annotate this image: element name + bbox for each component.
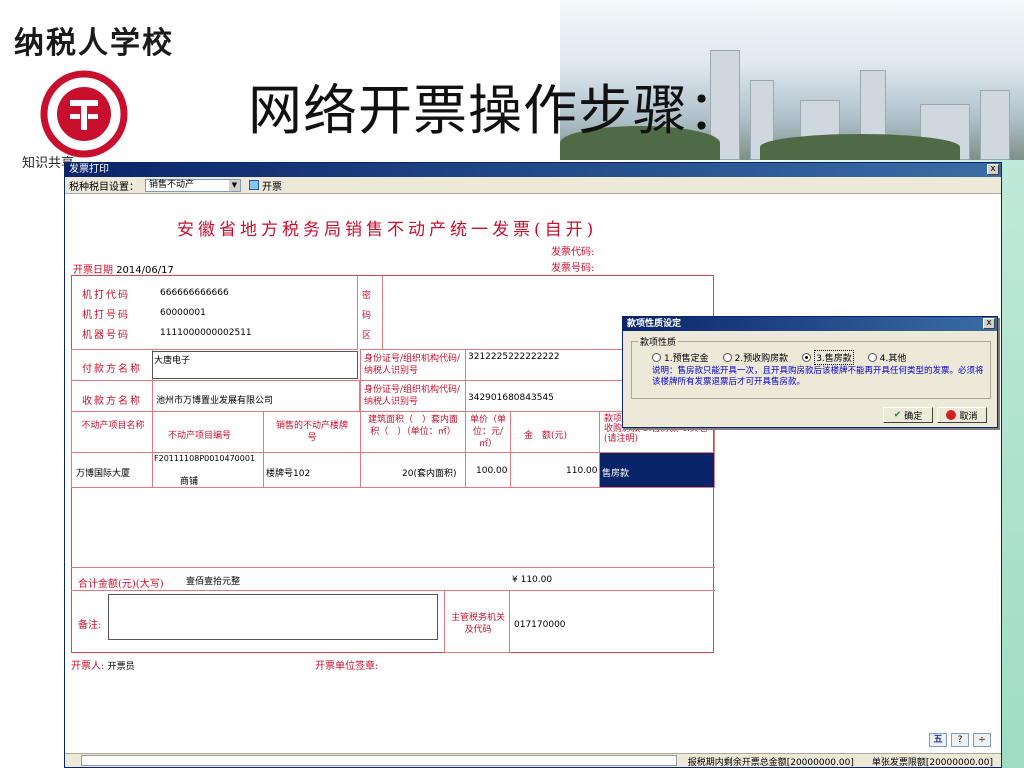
row-nature: 售房款 <box>602 469 630 479</box>
radio-icon[interactable] <box>722 353 732 362</box>
cancel-button[interactable]: 取消 <box>937 407 987 423</box>
issuer: 开票人: 开票员 <box>71 657 135 672</box>
col-unit-price: 单价（单位：元/㎡） <box>469 415 506 449</box>
issuer-label: 开票人: <box>71 661 105 672</box>
col-amount: 金 额(元) <box>524 431 568 441</box>
check-icon: ✔ <box>893 410 902 420</box>
option-label: 2.预收购房款 <box>734 354 789 364</box>
option-label: 1.预售定金 <box>664 354 709 364</box>
option-label: 3.售房款 <box>814 350 854 365</box>
window-title: 发票打印 <box>69 164 109 175</box>
radio-icon[interactable] <box>652 353 661 362</box>
trees <box>760 134 960 160</box>
option-prepayment[interactable]: 2.预收购房款 <box>722 350 789 365</box>
payment-nature-options: 1.预售定金 2.预收购房款 3.售房款 4.其他 <box>652 350 906 365</box>
col-area: 建筑面积（ ）套内面积（ ）（单位：㎡） <box>367 415 458 437</box>
issue-icon <box>249 180 259 190</box>
status-text: 报税期内剩余开票总金额[20000000.00] 单张发票限额[20000000… <box>687 758 993 768</box>
cancel-icon <box>946 410 957 420</box>
col-building-no: 销售的不动产楼牌号 <box>275 421 348 443</box>
close-icon[interactable]: x <box>983 318 995 329</box>
school-name: 纳税人学校 <box>14 26 174 61</box>
payment-nature-group: 款项性质 1.预售定金 2.预收购房款 3.售房款 4.其他 说明：售房款只能开… <box>631 335 991 399</box>
row-item-type: 商铺 <box>180 477 199 487</box>
option-sale-payment[interactable]: 3.售房款 <box>802 350 854 365</box>
dialog-note: 说明：售房款只能开具一次，且开具购房款后该楼牌不能再开具任何类型的发票。必须将该… <box>652 366 984 387</box>
remark-input[interactable] <box>108 594 438 640</box>
five-strokes-icon[interactable]: 五 <box>929 733 947 747</box>
close-icon[interactable]: x <box>987 164 999 175</box>
row-unit-price: 100.00 <box>476 466 508 476</box>
tax-item-value: 销售不动产 <box>149 179 195 190</box>
total-label: 合计金额(元)(大写) <box>78 579 164 590</box>
dialog-title: 款项性质设定 <box>627 319 682 329</box>
cipher-area-label: 密码区 <box>362 291 372 341</box>
payer-id-label: 身份证号/组织机构代码/纳税人识别号 <box>364 354 461 376</box>
slide-title: 网络开票操作步骤： <box>248 79 743 142</box>
tax-item-select[interactable]: 销售不动产 ▼ <box>145 178 241 192</box>
machine-no-label: 机器号码 <box>82 330 130 341</box>
issue-date: 开票日期 2014/06/17 <box>73 261 174 276</box>
divide-icon[interactable]: ÷ <box>973 733 991 747</box>
payee-id-value: 342901680843545 <box>468 393 554 403</box>
seal-label: 开票单位签章: <box>315 661 379 672</box>
issuer-value: 开票员 <box>107 662 135 672</box>
option-label: 4.其他 <box>879 354 907 364</box>
dialog-title-bar: 款项性质设定 x <box>623 317 997 331</box>
option-other[interactable]: 4.其他 <box>867 350 907 365</box>
total-words: 壹佰壹拾元整 <box>186 577 241 587</box>
issue-invoice-label: 开票 <box>262 181 282 193</box>
issue-invoice-button[interactable]: 开票 <box>249 178 282 193</box>
row-building-no: 楼牌号102 <box>266 469 311 479</box>
payer-label: 付款方名称 <box>82 364 142 375</box>
option-deposit[interactable]: 1.预售定金 <box>652 350 709 365</box>
machine-number-label: 机打号码 <box>82 310 130 321</box>
help-icon[interactable]: ? <box>951 733 969 747</box>
machine-number-value: 60000001 <box>160 308 206 318</box>
invoice-number-label: 发票号码: <box>551 263 595 274</box>
radio-selected-icon[interactable] <box>802 353 812 362</box>
bottom-icons: 五 ? ÷ <box>929 733 991 747</box>
machine-code-label: 机打代码 <box>82 290 130 301</box>
total-value: ¥ 110.00 <box>512 575 553 585</box>
payer-id-value: 3212225222222222 <box>468 352 560 362</box>
ok-label: 确定 <box>904 411 923 422</box>
ok-button[interactable]: ✔ 确定 <box>883 407 933 423</box>
row-area: 20(套内面积) <box>402 469 457 479</box>
window-title-bar: 发票打印 x <box>65 163 1001 177</box>
cancel-label: 取消 <box>959 411 978 422</box>
status-field <box>81 755 677 766</box>
row-amount: 110.00 <box>566 466 598 476</box>
invoice-form: 机打代码 666666666666 机打号码 60000001 机器号码 111… <box>71 275 715 653</box>
tax-office-code: 017170000 <box>514 620 566 630</box>
tax-item-label: 税种税目设置： <box>69 181 139 193</box>
logo-seal-icon <box>40 70 128 158</box>
payer-name-value: 大唐电子 <box>154 356 191 366</box>
radio-icon[interactable] <box>867 353 877 362</box>
row-item-no: F20111108P0010470001 <box>154 454 256 463</box>
chevron-down-icon[interactable]: ▼ <box>229 179 240 191</box>
payee-label: 收款方名称 <box>82 396 142 407</box>
group-label: 款项性质 <box>638 335 679 348</box>
payee-id-label: 身份证号/组织机构代码/纳税人识别号 <box>364 385 461 407</box>
machine-no-value: 1111000000002511 <box>160 328 252 338</box>
total-row <box>71 567 715 591</box>
payment-nature-dialog: 款项性质设定 x 款项性质 1.预售定金 2.预收购房款 3.售房款 4.其他 … <box>622 316 998 428</box>
payee-name-value: 池州市万博置业发展有限公司 <box>156 396 274 406</box>
invoice-title: 安徽省地方税务局销售不动产统一发票(自开) <box>177 220 598 240</box>
col-item-no: 不动产项目编号 <box>168 431 232 441</box>
status-bar: 报税期内剩余开票总金额[20000000.00] 单张发票限额[20000000… <box>65 753 1001 768</box>
toolbar: 税种税目设置： 销售不动产 ▼ 开票 <box>65 177 1001 194</box>
invoice-print-window: 发票打印 x 税种税目设置： 销售不动产 ▼ 开票 安徽省地方税务局销售不动产统… <box>64 162 1002 768</box>
col-item-name: 不动产项目名称 <box>81 421 145 431</box>
building <box>980 90 1010 160</box>
machine-code-value: 666666666666 <box>160 288 229 298</box>
invoice-code-label: 发票代码: <box>551 247 595 258</box>
remark-label: 备注: <box>78 620 102 631</box>
row-item-name: 万博国际大厦 <box>76 469 131 479</box>
col-item-name-cell <box>71 411 153 453</box>
tax-office-label: 主管税务机关及代码 <box>450 613 505 635</box>
